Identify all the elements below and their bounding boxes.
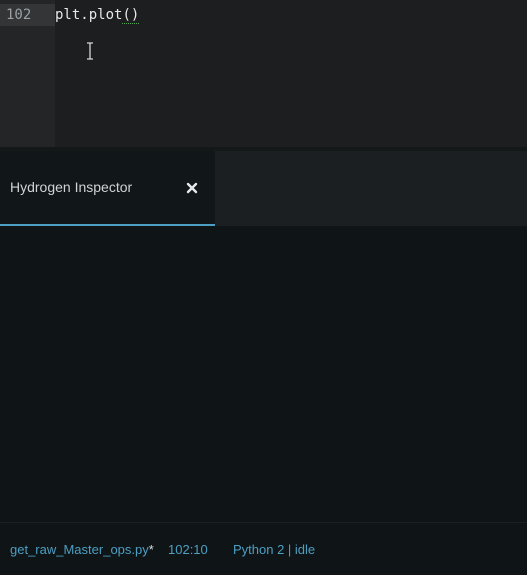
status-cursor-position[interactable]: 102:10 — [168, 542, 208, 557]
code-object: plt — [55, 7, 81, 23]
code-editor[interactable]: 102 plt.plot() — [0, 0, 527, 147]
status-bar: get_raw_Master_ops.py* 102:10 Python 2 |… — [0, 522, 527, 575]
status-kernel[interactable]: Python 2 | idle — [233, 542, 315, 557]
modified-marker: * — [148, 542, 154, 557]
close-icon[interactable] — [184, 180, 200, 196]
code-dot: . — [80, 7, 89, 23]
app-window: 102 plt.plot() Hydrogen Inspector get_ra… — [0, 0, 527, 575]
inspector-panel — [0, 226, 527, 522]
code-method: plot — [88, 7, 123, 23]
tab-hydrogen-inspector[interactable]: Hydrogen Inspector — [0, 151, 215, 226]
tab-title: Hydrogen Inspector — [10, 179, 133, 195]
dock-tab-bar: Hydrogen Inspector — [0, 151, 527, 226]
text-cursor-icon — [87, 42, 93, 60]
status-file-name[interactable]: get_raw_Master_ops.py* — [10, 542, 154, 557]
file-name: get_raw_Master_ops.py — [10, 542, 149, 557]
line-number: 102 — [0, 4, 55, 26]
code-call-parens: () — [122, 7, 140, 24]
code-line[interactable]: plt.plot() — [55, 4, 140, 26]
